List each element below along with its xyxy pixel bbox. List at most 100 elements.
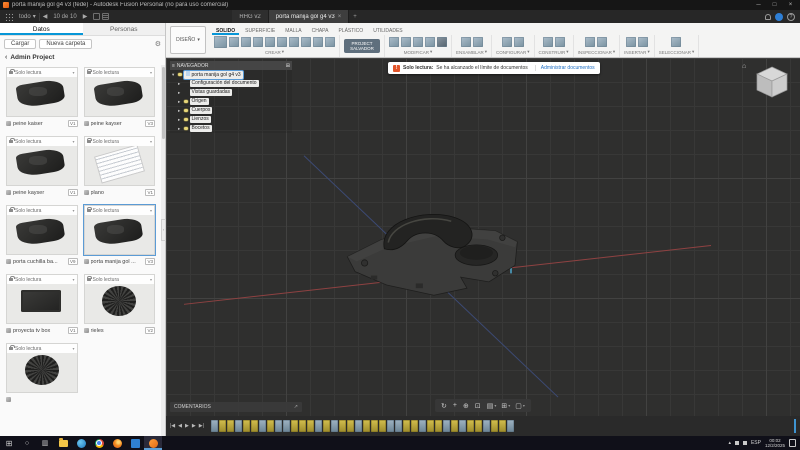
go-to-start-button[interactable]: |◀ [170, 423, 175, 429]
grid-view-icon[interactable] [93, 13, 101, 20]
version-badge[interactable]: V3 [145, 120, 155, 127]
visibility-bulb-icon[interactable] [184, 117, 188, 122]
start-button[interactable]: ⊞ [6, 439, 13, 448]
project-item-thumbnail[interactable]: Solo lectura ▾ [6, 343, 78, 393]
tool-icon[interactable] [554, 37, 565, 47]
timeline-feature-icon[interactable] [282, 420, 290, 432]
timeline-feature-icon[interactable] [226, 420, 234, 432]
browser-header[interactable]: ≡ NAVEGADOR ⊞ [170, 61, 292, 70]
timeline-feature-icon[interactable] [314, 420, 322, 432]
tray-expand-icon[interactable]: ▴ [728, 440, 731, 446]
mail-icon[interactable] [130, 438, 140, 448]
expand-arrow-icon[interactable]: ▸ [178, 81, 182, 87]
edge-icon[interactable] [76, 438, 86, 448]
timeline-feature-icon[interactable] [322, 420, 330, 432]
project-item[interactable]: Solo lectura ▾ rieles V2 [83, 274, 155, 337]
taskbar-slot[interactable] [144, 436, 162, 450]
scrollbar[interactable] [161, 65, 165, 436]
visibility-bulb-icon[interactable] [184, 99, 188, 104]
clock[interactable]: 00:02 12/2/2025 [765, 438, 785, 448]
readonly-strip[interactable]: Solo lectura ▾ [84, 137, 154, 146]
new-folder-button[interactable]: Nueva carpeta [39, 38, 93, 49]
browser-row[interactable]: ▸ Vistas guardadas [170, 88, 292, 97]
network-icon[interactable] [734, 441, 739, 445]
timeline-feature-icon[interactable] [474, 420, 482, 432]
project-item-thumbnail[interactable]: Solo lectura ▾ [6, 205, 78, 255]
firefox-icon[interactable] [112, 438, 122, 448]
timeline-feature-icon[interactable] [418, 420, 426, 432]
project-item[interactable]: Solo lectura ▾ plano V1 [83, 136, 155, 199]
timeline-feature-icon[interactable] [386, 420, 394, 432]
volume-icon[interactable] [742, 441, 747, 445]
timeline-feature-icon[interactable] [266, 420, 274, 432]
timeline-feature-icon[interactable] [338, 420, 346, 432]
project-item-thumbnail[interactable]: Solo lectura ▾ [83, 136, 155, 186]
fusion-icon[interactable] [148, 438, 158, 448]
taskbar-slot[interactable] [54, 436, 72, 450]
timeline-feature-icon[interactable] [498, 420, 506, 432]
tool-icon[interactable] [513, 37, 524, 47]
taskbar-slot[interactable] [126, 436, 144, 450]
group-dropdown-configurar[interactable]: CONFIGURAR ▾ [496, 48, 530, 57]
tool-icon[interactable] [501, 37, 512, 47]
fit-icon[interactable]: ⊡ [475, 402, 482, 410]
ribbon-tab[interactable]: CHAPA [308, 28, 333, 35]
browser-row[interactable]: ▸ Bocetos [170, 124, 292, 133]
project-salvador-button[interactable]: PROJECT SALVADOR [344, 39, 380, 54]
project-item[interactable]: Solo lectura ▾ peine kaiser V1 [6, 67, 78, 130]
orbit-icon[interactable]: ↻ [441, 402, 448, 410]
project-item[interactable]: Solo lectura ▾ peine kayser V3 [83, 67, 155, 130]
project-item-thumbnail[interactable]: Solo lectura ▾ [83, 67, 155, 117]
expand-arrow-icon[interactable]: ▸ [178, 108, 182, 114]
new-tab-button[interactable]: + [349, 10, 361, 23]
readonly-strip[interactable]: Solo lectura ▾ [84, 206, 154, 215]
step-forward-button[interactable]: ▶ [192, 423, 196, 429]
tool-icon[interactable] [241, 37, 251, 47]
group-dropdown-ensamblar[interactable]: ENSAMBLAR ▾ [456, 48, 487, 57]
tool-icon[interactable] [472, 37, 483, 47]
project-item[interactable]: Solo lectura ▾ porta manija gol ... V3 [82, 204, 156, 268]
browser-row[interactable]: ▾ porta manija gol g4 v3 [170, 70, 292, 79]
minimize-button[interactable]: ─ [752, 0, 765, 10]
taskbar-slot[interactable] [108, 436, 126, 450]
scope-dropdown[interactable]: todo ▾ [16, 10, 39, 23]
tool-icon[interactable] [597, 37, 608, 47]
timeline-feature-icon[interactable] [298, 420, 306, 432]
browser-row-label[interactable]: Configuración del documento [189, 80, 259, 87]
timeline-feature-icon[interactable] [370, 420, 378, 432]
dock-pane-icon[interactable]: ⊞ [286, 63, 290, 69]
timeline-feature-icon[interactable] [506, 420, 514, 432]
back-icon[interactable]: ‹ [5, 54, 7, 61]
viewport-canvas[interactable]: ≡ NAVEGADOR ⊞ ▾ porta manija gol g4 v3 ▸… [166, 58, 800, 416]
search-icon[interactable]: ○ [25, 440, 29, 447]
tool-icon[interactable] [542, 37, 553, 47]
group-dropdown-seleccionar[interactable]: SELECCIONAR ▾ [659, 48, 695, 57]
ribbon-tab[interactable]: PLÁSTICO [334, 28, 367, 35]
tool-icon[interactable] [425, 37, 435, 47]
viewports-icon[interactable]: ▢ ▾ [515, 402, 525, 410]
browser-row[interactable]: ▸ Origen [170, 97, 292, 106]
timeline-feature-icon[interactable] [410, 420, 418, 432]
browser-row-label[interactable]: Vistas guardadas [189, 89, 233, 96]
timeline-feature-icon[interactable] [258, 420, 266, 432]
timeline-feature-icon[interactable] [434, 420, 442, 432]
visibility-bulb-icon[interactable] [184, 108, 188, 113]
scrollbar-thumb[interactable] [161, 67, 165, 139]
project-item-thumbnail[interactable]: Solo lectura ▾ [6, 274, 78, 324]
tool-icon[interactable] [460, 37, 471, 47]
browser-row[interactable]: ▸ Configuración del documento [170, 79, 292, 88]
close-tab-icon[interactable]: × [338, 14, 342, 20]
timeline-feature-icon[interactable] [234, 420, 242, 432]
gear-icon[interactable]: ⚙ [155, 40, 161, 48]
readonly-strip[interactable]: Solo lectura ▾ [84, 275, 154, 284]
timeline-feature-icon[interactable] [450, 420, 458, 432]
ribbon-tab[interactable]: UTILIDADES [369, 28, 406, 35]
tool-icon[interactable] [671, 37, 682, 47]
version-badge[interactable]: V3 [145, 258, 155, 265]
tool-icon[interactable] [229, 37, 239, 47]
readonly-strip[interactable]: Solo lectura ▾ [84, 68, 154, 77]
group-dropdown-construir[interactable]: CONSTRUIR ▾ [539, 48, 569, 57]
display-settings-icon[interactable]: ▤ ▾ [487, 402, 497, 410]
tool-icon[interactable] [625, 37, 636, 47]
tool-icon[interactable] [585, 37, 596, 47]
